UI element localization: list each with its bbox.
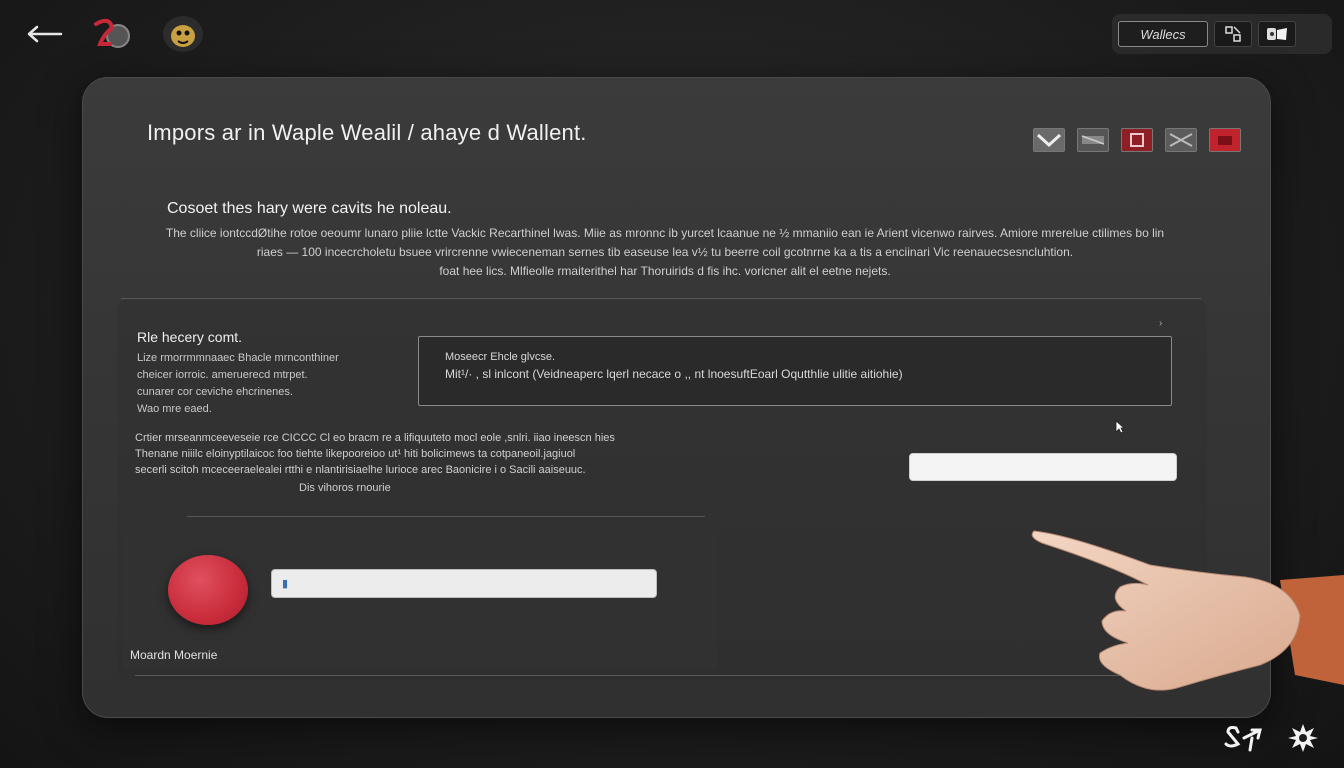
flag-2-icon — [1081, 135, 1105, 145]
wallets-button[interactable]: Wallecs — [1118, 21, 1208, 47]
wallet-name-input[interactable]: ▮ — [271, 569, 657, 598]
top-bar: Wallecs — [0, 0, 1344, 70]
wallet-button[interactable] — [1258, 21, 1296, 47]
flag-button-3[interactable] — [1121, 128, 1153, 152]
divider — [121, 298, 1201, 299]
divider — [135, 675, 1135, 676]
share-button[interactable] — [1222, 722, 1266, 754]
note-line: Crtier mrseanmceeveseie rce CICCC Cl eo … — [135, 432, 615, 444]
divider — [187, 516, 705, 517]
settings-icon — [1288, 724, 1318, 752]
recovery-label: Rle hecery comt. — [137, 329, 243, 345]
mascot-logo-icon — [163, 16, 203, 52]
flag-3-icon — [1130, 133, 1144, 147]
flag-1-icon — [1036, 133, 1062, 148]
description-line: The cliice iontccdØtihe rotoe oeoumr lun… — [165, 226, 1165, 240]
text-caret-icon: ▮ — [282, 578, 289, 590]
back-arrow-icon — [27, 25, 63, 43]
recovery-phrase-input[interactable]: Moseecr Ehcle glvcse. Mit¹/· , sl inlcon… — [418, 336, 1172, 406]
import-button[interactable] — [168, 555, 248, 625]
back-button[interactable] — [22, 20, 64, 48]
share-icon — [1224, 726, 1262, 752]
flag-button-1[interactable] — [1033, 128, 1065, 152]
close-icon[interactable]: › — [1159, 318, 1162, 329]
description-line: foat hee lics. Mlfieolle rmaiterithel ha… — [439, 264, 891, 278]
app-logo-icon — [94, 18, 130, 48]
password-input[interactable] — [909, 453, 1177, 481]
phrase-input-label: Moseecr Ehcle glvcse. — [445, 351, 556, 363]
flag-button-5[interactable] — [1209, 128, 1241, 152]
page-title: Impors ar in Waple Wealil / ahaye d Wall… — [147, 120, 587, 145]
recovery-description-line: Lize rmorrmmnaaec Bhacle mrnconthiner — [137, 352, 339, 364]
flag-4-icon — [1169, 133, 1193, 147]
recovery-description: Lize rmorrmmnaaec Bhacle mrnconthiner ch… — [137, 350, 357, 418]
qr-icon — [1225, 26, 1241, 42]
recovery-description-line: Wao mre eaed. — [137, 403, 212, 415]
wallet-icon — [1267, 28, 1287, 40]
description-line: riaes — 100 incecrcholetu bsuee vrircren… — [256, 245, 1074, 259]
note-line: secerli scitoh mceceeraelealei rtthi e n… — [135, 464, 586, 476]
top-right-toolbar: Wallecs — [1112, 14, 1332, 54]
more-info-link[interactable]: Dis vihoros rnourie — [299, 482, 391, 494]
recovery-description-line: cheicer iorroic. ameruerecd mtrpet. — [137, 369, 308, 381]
description-text: The cliice iontccdØtihe rotoe oeoumr lun… — [135, 224, 1195, 281]
note-text: Crtier mrseanmceeveseie rce CICCC Cl eo … — [135, 430, 635, 478]
language-flags — [1033, 128, 1241, 152]
bottom-label: Moardn Moernie — [130, 648, 218, 662]
mouse-cursor-icon — [1115, 420, 1125, 434]
flag-button-2[interactable] — [1077, 128, 1109, 152]
flag-button-4[interactable] — [1165, 128, 1197, 152]
qr-button[interactable] — [1214, 21, 1252, 47]
section-subtitle: Cosoet thes hary were cavits he noleau. — [167, 200, 452, 217]
pointing-hand-icon — [1031, 530, 1344, 691]
note-line: Thenane niiilc eloinyptilaicoc foo tieht… — [135, 448, 576, 460]
settings-button[interactable] — [1286, 722, 1320, 754]
recovery-description-line: cunarer cor ceviche ehcrinenes. — [137, 386, 293, 398]
flag-5-icon — [1218, 136, 1232, 145]
phrase-input-value: Mit¹/· , sl inlcont (Veidneaperc lqerl n… — [445, 367, 903, 381]
